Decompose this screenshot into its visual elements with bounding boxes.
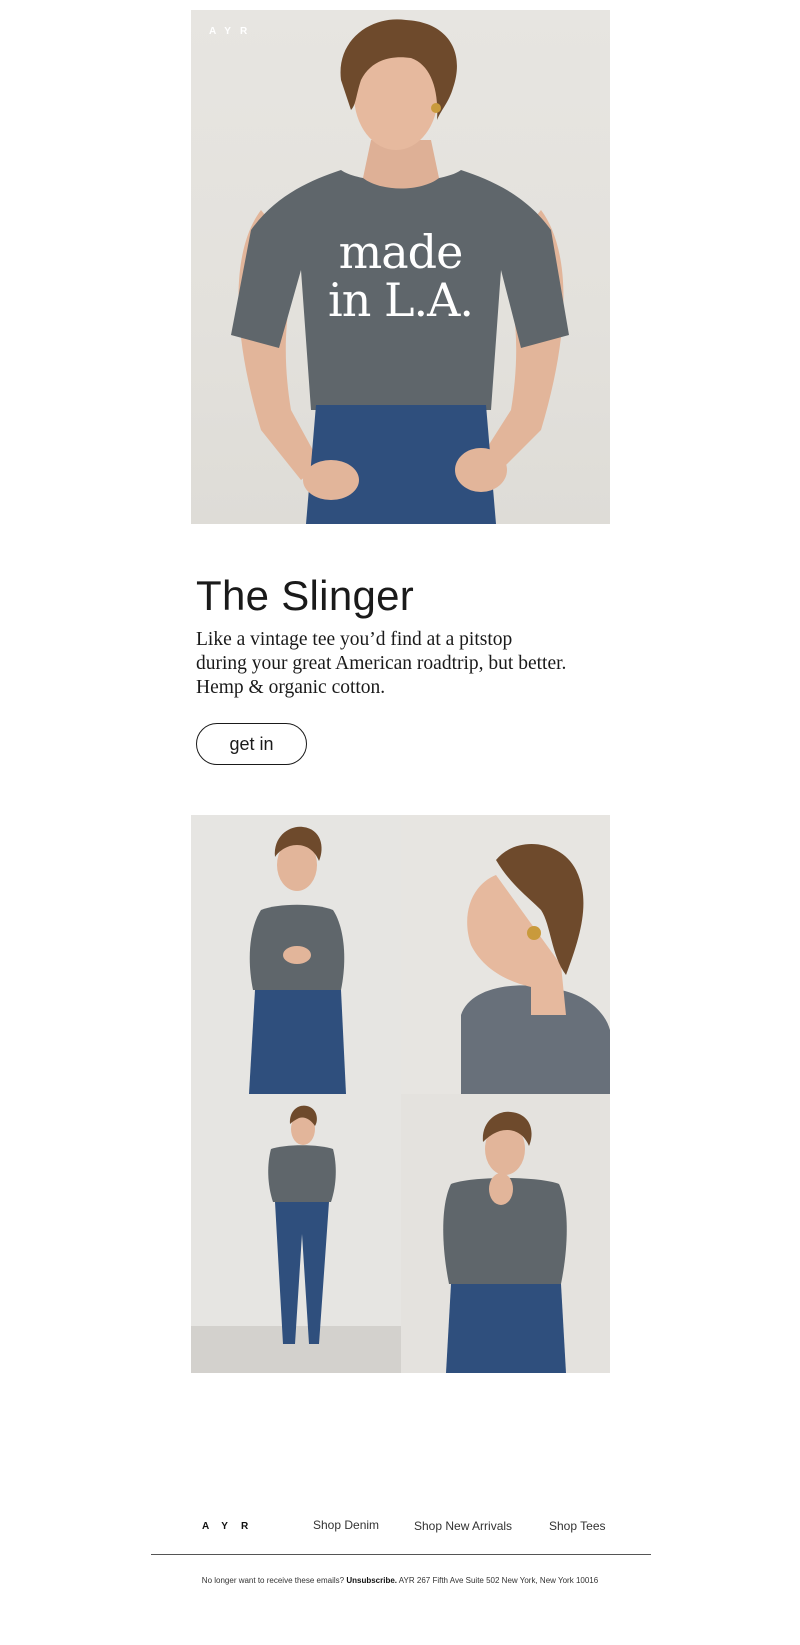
shop-tees-link[interactable]: Shop Tees — [549, 1519, 606, 1533]
get-in-button[interactable]: get in — [196, 723, 307, 765]
shirt-print-text: made in L.A. — [191, 228, 610, 324]
hero-logo: AYR — [209, 26, 257, 37]
gallery-tile[interactable] — [191, 1094, 401, 1373]
company-address: AYR 267 Fifth Ave Suite 502 New York, Ne… — [398, 1576, 599, 1585]
legal-text: No longer want to receive these emails? … — [0, 1576, 800, 1585]
shirt-print-line-2: in L.A. — [328, 273, 474, 327]
product-gallery — [191, 815, 610, 1373]
shop-new-arrivals-link[interactable]: Shop New Arrivals — [414, 1519, 512, 1533]
description-line: during your great American roadtrip, but… — [196, 653, 567, 674]
unsubscribe-link[interactable]: Unsubscribe. — [346, 1576, 397, 1585]
footer-nav: AYR Shop Denim Shop New Arrivals Shop Te… — [151, 1515, 651, 1541]
gallery-tile[interactable] — [401, 815, 610, 1094]
gallery-tile[interactable] — [191, 815, 401, 1094]
product-description: Like a vintage tee you’d find at a pitst… — [196, 628, 616, 700]
footer-logo[interactable]: AYR — [202, 1521, 261, 1532]
gallery-photo — [401, 815, 610, 1094]
gallery-photo — [401, 1094, 610, 1373]
footer-divider — [151, 1554, 651, 1555]
shop-denim-link[interactable]: Shop Denim — [313, 1518, 379, 1532]
product-title: The Slinger — [196, 572, 415, 619]
gallery-tile[interactable] — [401, 1094, 610, 1373]
gallery-photo — [191, 815, 401, 1094]
legal-prefix: No longer want to receive these emails? — [201, 1576, 345, 1585]
shirt-print-line-1: made — [338, 225, 464, 279]
gallery-photo — [191, 1094, 401, 1373]
hero-image[interactable]: AYR made in L.A. — [191, 10, 610, 524]
description-line: Hemp & organic cotton. — [196, 677, 386, 698]
description-line: Like a vintage tee you’d find at a pitst… — [196, 629, 513, 650]
